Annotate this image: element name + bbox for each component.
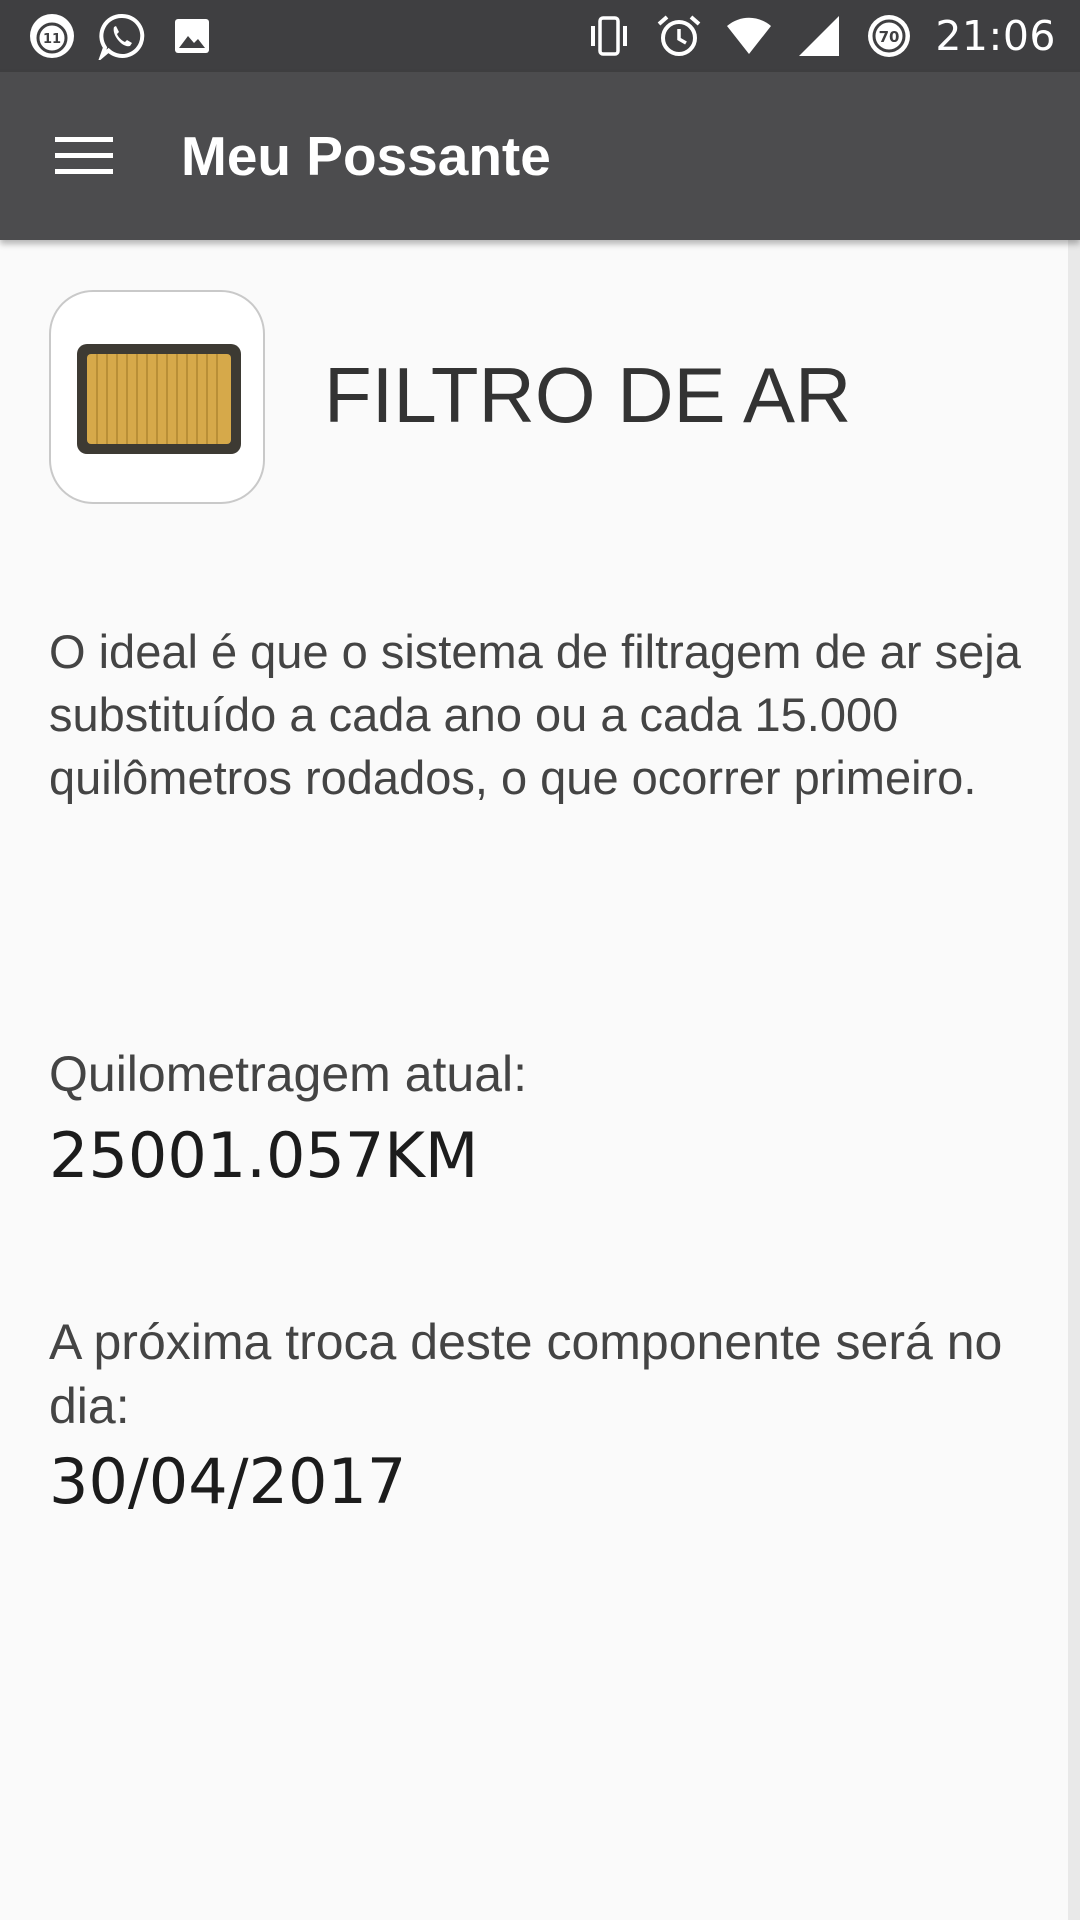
status-bar: 11 70 21:06: [0, 0, 1080, 72]
notification-count: 11: [43, 32, 61, 47]
app-title: Meu Possante: [181, 125, 551, 187]
content-area: FILTRO DE AR O ideal é que o sistema de …: [0, 240, 1068, 1920]
scroll-edge: [1068, 240, 1080, 1920]
menu-icon: [55, 137, 113, 174]
menu-button[interactable]: [40, 116, 128, 196]
status-left-icons: 11: [28, 12, 216, 60]
alarm-icon: [655, 12, 703, 60]
status-right-icons: 70 21:06: [585, 12, 1056, 60]
component-title: FILTRO DE AR: [324, 351, 852, 439]
battery-icon: 70: [865, 12, 913, 60]
battery-level: 70: [879, 28, 900, 46]
component-description: O ideal é que o sistema de filtragem de …: [49, 625, 1021, 804]
next-change-date: 30/04/2017: [49, 1445, 407, 1518]
whatsapp-icon: [98, 12, 146, 60]
image-icon: [168, 12, 216, 60]
mileage-value: 25001.057KM: [49, 1119, 479, 1192]
status-time: 21:06: [935, 12, 1056, 60]
mileage-label: Quilometragem atual:: [49, 1046, 528, 1102]
vibrate-icon: [585, 12, 633, 60]
notification-11-icon: 11: [28, 12, 76, 60]
wifi-icon: [725, 12, 773, 60]
app-bar: Meu Possante: [0, 72, 1080, 240]
air-filter-icon: [77, 344, 241, 454]
component-icon-card: [49, 290, 265, 504]
next-change-label: A próxima troca deste componente será no…: [49, 1314, 1003, 1434]
signal-icon: [795, 12, 843, 60]
